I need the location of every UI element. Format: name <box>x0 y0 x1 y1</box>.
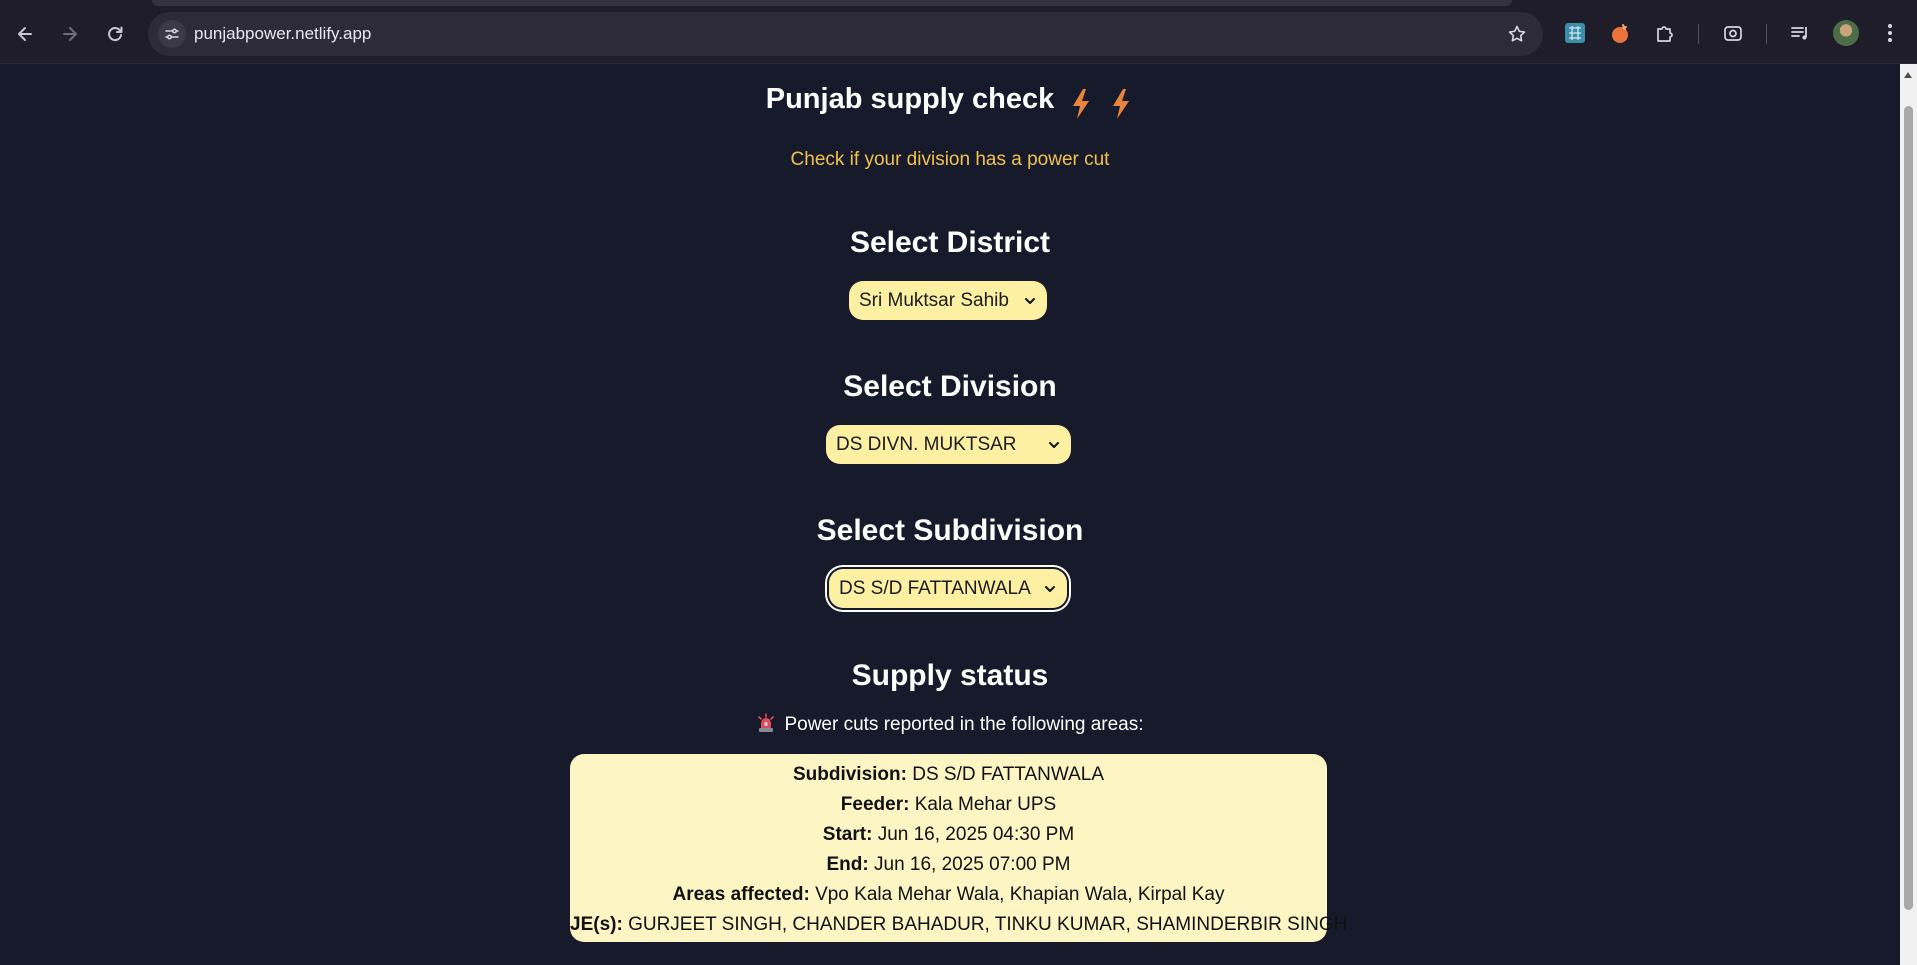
supply-status-heading: Supply status <box>851 659 1049 692</box>
outage-end-row: End: Jun 16, 2025 07:00 PM <box>570 850 1327 880</box>
media-controls-icon[interactable] <box>1787 20 1813 46</box>
page-title: Punjab supply check <box>765 83 1055 115</box>
chevron-down-icon <box>1049 441 1059 448</box>
title-row: Punjab supply check <box>0 83 1900 121</box>
reload-icon[interactable] <box>99 18 131 50</box>
outage-feeder-row: Feeder: Kala Mehar UPS <box>570 790 1327 820</box>
page-scrollbar[interactable] <box>1900 64 1917 965</box>
forward-icon[interactable] <box>54 18 86 50</box>
outage-subdivision-row: Subdivision: DS S/D FATTANWALA <box>570 760 1327 790</box>
page-content: Punjab supply check Check if your divisi… <box>0 65 1900 965</box>
je-value: GURJEET SINGH, CHANDER BAHADUR, TINKU KU… <box>628 914 1348 935</box>
areas-label: Areas affected: <box>672 884 810 905</box>
extension-icon[interactable] <box>1607 20 1633 46</box>
bookmark-star-icon[interactable] <box>1505 22 1529 46</box>
outage-areas-row: Areas affected: Vpo Kala Mehar Wala, Kha… <box>570 880 1327 910</box>
subdivision-value: DS S/D FATTANWALA <box>912 764 1105 785</box>
chevron-down-icon <box>1025 297 1035 304</box>
lightning-bolt-icon <box>1073 88 1090 119</box>
extension-icon[interactable] <box>1562 20 1588 46</box>
start-value: Jun 16, 2025 04:30 PM <box>877 824 1075 845</box>
page-subtitle: Check if your division has a power cut <box>790 149 1110 170</box>
toolbar-divider <box>1698 24 1699 44</box>
district-select-value: Sri Muktsar Sahib <box>859 289 1009 311</box>
outage-start-row: Start: Jun 16, 2025 04:30 PM <box>570 820 1327 850</box>
outage-card: Subdivision: DS S/D FATTANWALA Feeder: K… <box>570 754 1347 942</box>
subdivision-select-value: DS S/D FATTANWALA <box>839 577 1031 599</box>
areas-value: Vpo Kala Mehar Wala, Khapian Wala, Kirpa… <box>815 884 1225 905</box>
scroll-up-arrow-icon[interactable] <box>1904 72 1912 78</box>
feeder-value: Kala Mehar UPS <box>914 794 1057 815</box>
district-heading: Select District <box>849 226 1051 259</box>
outage-je-row: JE(s): GURJEET SINGH, CHANDER BAHADUR, T… <box>570 910 1347 940</box>
screenshot-icon[interactable] <box>1720 20 1746 46</box>
tab-strip <box>152 0 1512 6</box>
start-label: Start: <box>822 824 873 845</box>
puzzle-icon[interactable] <box>1652 20 1678 46</box>
url-text[interactable]: punjabpower.netlify.app <box>194 12 371 56</box>
division-select-value: DS DIVN. MUKTSAR <box>836 433 1017 455</box>
chevron-down-icon <box>1045 585 1055 592</box>
feeder-label: Feeder: <box>840 794 910 815</box>
status-message: Power cuts reported in the following are… <box>784 714 1144 735</box>
lightning-bolt-icon <box>1113 88 1130 119</box>
end-value: Jun 16, 2025 07:00 PM <box>874 854 1071 875</box>
avatar[interactable] <box>1833 20 1859 46</box>
status-message-row: Power cuts reported in the following are… <box>0 713 1900 736</box>
je-label: JE(s): <box>570 914 623 935</box>
site-info-icon[interactable] <box>158 20 186 48</box>
division-heading: Select Division <box>843 370 1057 403</box>
scroll-thumb[interactable] <box>1904 106 1913 910</box>
subdivision-select[interactable]: DS S/D FATTANWALA <box>829 569 1067 608</box>
menu-icon[interactable] <box>1877 20 1903 46</box>
browser-toolbar: punjabpower.netlify.app <box>0 0 1917 64</box>
back-icon[interactable] <box>9 18 41 50</box>
toolbar-divider <box>1766 24 1767 44</box>
subdivision-label: Subdivision: <box>792 764 907 785</box>
subdivision-heading: Select Subdivision <box>816 514 1084 547</box>
division-select[interactable]: DS DIVN. MUKTSAR <box>826 425 1071 464</box>
siren-icon <box>758 713 775 732</box>
address-bar[interactable]: punjabpower.netlify.app <box>148 12 1543 56</box>
end-label: End: <box>826 854 869 875</box>
district-select[interactable]: Sri Muktsar Sahib <box>849 281 1047 320</box>
